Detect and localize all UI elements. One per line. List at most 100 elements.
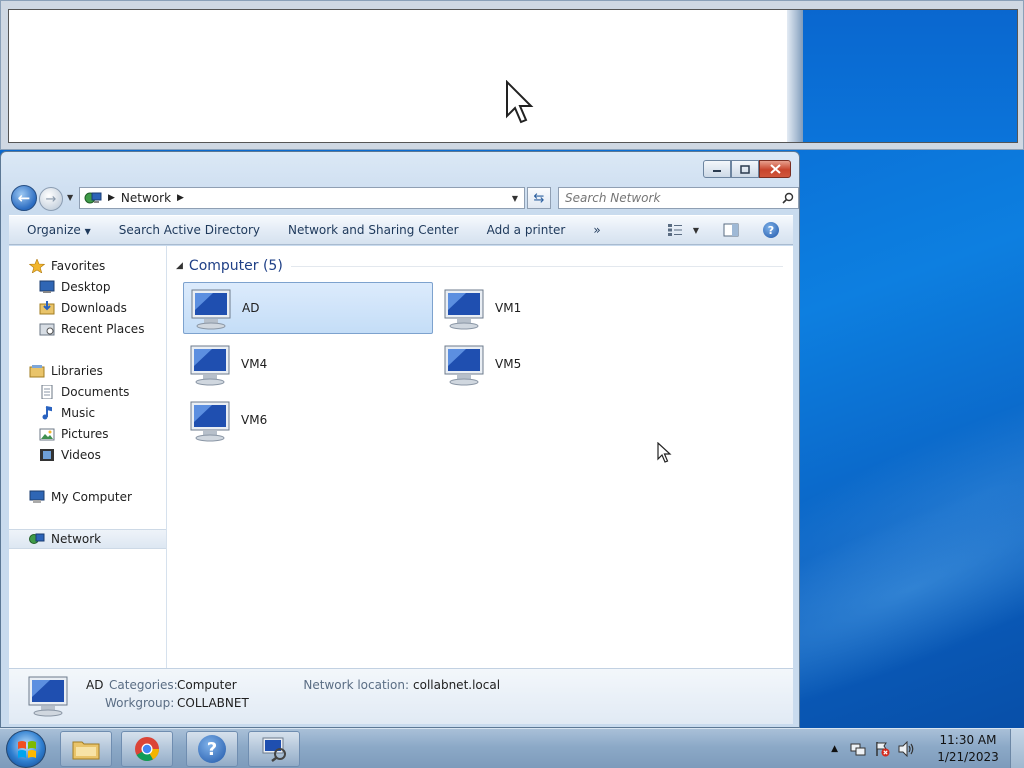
organize-menu[interactable]: Organize ▼ — [9, 223, 105, 237]
help-icon[interactable]: ? — [763, 222, 779, 238]
nav-libraries[interactable]: Libraries — [9, 361, 166, 381]
toolbar-right: ▼ ? — [667, 222, 793, 238]
computer-item[interactable]: VM4 — [183, 338, 433, 390]
magnified-window-border — [787, 10, 803, 142]
nav-recent-places[interactable]: Recent Places — [9, 319, 166, 339]
mouse-cursor-icon — [657, 442, 672, 463]
show-hidden-icons-button[interactable]: ▲ — [831, 744, 838, 754]
magnified-cursor-icon — [506, 80, 534, 124]
minimize-button[interactable] — [703, 160, 731, 178]
music-icon — [42, 406, 52, 420]
computer-item[interactable]: VM1 — [437, 282, 687, 334]
search-input[interactable] — [565, 191, 782, 205]
file-list[interactable]: ◢ Computer (5) AD VM1 VM4 VM5 VM6 — [168, 246, 793, 668]
details-network-location-value: collabnet.local — [413, 678, 501, 692]
navigation-pane[interactable]: Favorites Desktop Downloads Recent Place… — [9, 246, 167, 668]
libraries-icon — [29, 365, 45, 378]
change-view-icon[interactable] — [667, 223, 683, 237]
command-bar: Organize ▼ Search Active Directory Netwo… — [9, 215, 793, 245]
chrome-icon — [135, 737, 159, 762]
navigation-bar: ← → ▼ ▶ Network ▶ ▼ ⇆ — [9, 185, 799, 211]
nav-downloads[interactable]: Downloads — [9, 298, 166, 318]
help-icon: ? — [198, 735, 226, 763]
search-active-directory-button[interactable]: Search Active Directory — [105, 223, 274, 237]
system-clock[interactable]: 11:30 AM 1/21/2023 — [926, 732, 1010, 766]
nav-my-computer-label: My Computer — [51, 490, 132, 504]
nav-desktop[interactable]: Desktop — [9, 277, 166, 297]
search-icon[interactable] — [782, 192, 794, 204]
details-item-name: AD — [86, 678, 104, 692]
nav-favorites[interactable]: Favorites — [9, 256, 166, 276]
nav-downloads-label: Downloads — [61, 301, 127, 315]
add-printer-button[interactable]: Add a printer — [473, 223, 580, 237]
taskbar-help-button[interactable]: ? — [186, 731, 238, 767]
action-center-flag-icon[interactable] — [874, 741, 890, 757]
recent-places-icon — [39, 323, 55, 336]
recent-pages-dropdown[interactable]: ▼ — [67, 193, 73, 202]
volume-icon[interactable] — [898, 741, 916, 757]
magnified-content — [9, 10, 789, 142]
network-icon — [84, 192, 102, 204]
network-sharing-center-button[interactable]: Network and Sharing Center — [274, 223, 473, 237]
computer-icon — [190, 401, 230, 442]
computer-item-label: VM5 — [495, 357, 522, 371]
address-dropdown-icon[interactable]: ▼ — [506, 194, 524, 203]
nav-documents[interactable]: Documents — [9, 382, 166, 402]
maximize-button[interactable] — [731, 160, 759, 178]
computer-item[interactable]: AD — [183, 282, 433, 334]
show-desktop-button[interactable] — [1010, 729, 1024, 768]
restore-icon — [740, 164, 750, 174]
computer-item[interactable]: VM6 — [183, 394, 433, 446]
nav-network[interactable]: Network — [9, 529, 166, 549]
address-bar[interactable]: ▶ Network ▶ ▼ — [79, 187, 525, 209]
group-divider — [290, 265, 783, 267]
desktop-icon — [39, 280, 55, 293]
magnifier-view — [8, 9, 1018, 143]
start-button[interactable] — [6, 730, 46, 768]
taskbar-explorer-button[interactable] — [60, 731, 112, 767]
computer-icon — [191, 289, 231, 330]
clock-time: 11:30 AM — [939, 733, 997, 747]
forward-arrow-icon: → — [45, 191, 57, 207]
nav-pictures[interactable]: Pictures — [9, 424, 166, 444]
refresh-button[interactable]: ⇆ — [527, 187, 551, 209]
network-status-icon[interactable] — [850, 741, 866, 757]
close-button[interactable] — [759, 160, 791, 178]
computer-icon — [444, 345, 484, 386]
nav-network-label: Network — [51, 532, 102, 546]
explorer-window[interactable]: ← → ▼ ▶ Network ▶ ▼ ⇆ Organize ▼ Search … — [0, 151, 800, 728]
preview-pane-icon[interactable] — [723, 223, 739, 237]
back-arrow-icon: ← — [17, 189, 31, 207]
collapse-group-icon[interactable]: ◢ — [176, 261, 183, 271]
nav-videos-label: Videos — [61, 448, 101, 462]
magnifier-window[interactable] — [0, 0, 1024, 150]
breadcrumb-separator[interactable]: ▶ — [108, 193, 115, 203]
taskbar-chrome-button[interactable] — [121, 731, 173, 767]
computer-item[interactable]: VM5 — [437, 338, 687, 390]
computer-icon — [190, 345, 230, 386]
breadcrumb-separator[interactable]: ▶ — [177, 193, 184, 203]
nav-music-label: Music — [61, 406, 96, 420]
more-commands-button[interactable]: » — [579, 223, 614, 237]
breadcrumb-network[interactable]: Network — [121, 191, 171, 205]
nav-pictures-label: Pictures — [61, 427, 109, 441]
group-header-computer[interactable]: ◢ Computer (5) — [176, 256, 783, 276]
minimize-icon — [713, 170, 721, 172]
forward-button[interactable]: → — [39, 187, 63, 211]
nav-videos[interactable]: Videos — [9, 445, 166, 465]
back-button[interactable]: ← — [11, 185, 37, 211]
details-categories-label: Categories: — [109, 678, 178, 692]
nav-recent-places-label: Recent Places — [61, 322, 145, 336]
nav-my-computer[interactable]: My Computer — [9, 487, 166, 507]
search-box[interactable] — [558, 187, 799, 209]
refresh-icon: ⇆ — [533, 190, 545, 206]
magnified-desktop — [803, 10, 1017, 142]
view-options-dropdown[interactable]: ▼ — [693, 226, 699, 235]
computer-icon — [29, 490, 45, 503]
nav-music[interactable]: Music — [9, 403, 166, 423]
downloads-icon — [39, 301, 55, 315]
star-icon — [29, 259, 45, 273]
taskbar-network-explorer-button[interactable] — [248, 731, 300, 767]
details-pane: AD Categories: Computer Workgroup: COLLA… — [9, 668, 793, 724]
folder-icon — [72, 741, 100, 760]
